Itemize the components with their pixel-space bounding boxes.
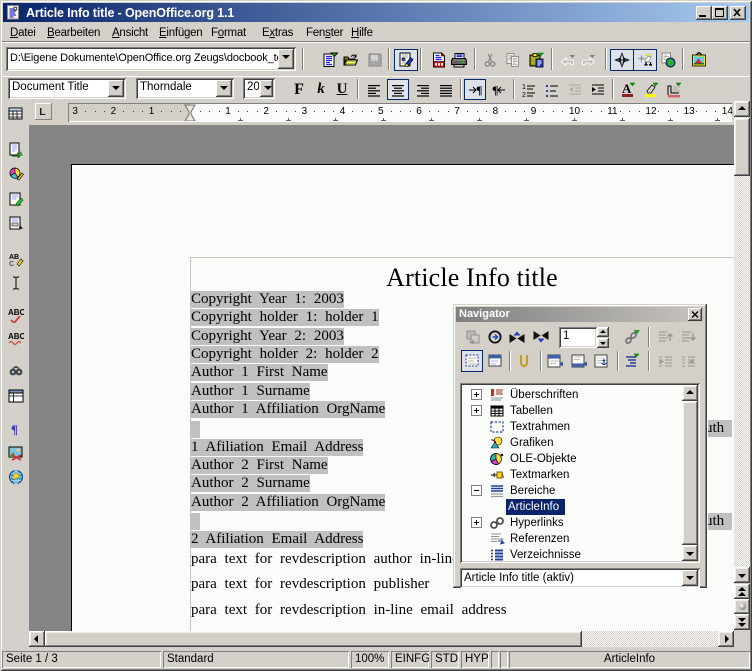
svg-text:C: C: [9, 261, 14, 267]
svg-text:¶: ¶: [11, 422, 18, 437]
svg-text:ABC: ABC: [8, 332, 24, 341]
svg-text:A: A: [622, 82, 632, 96]
svg-text:1: 1: [522, 84, 526, 91]
svg-text:2: 2: [522, 92, 526, 98]
svg-text:¶: ¶: [476, 83, 482, 97]
svg-text:AB: AB: [9, 254, 19, 261]
svg-text:ABC: ABC: [8, 308, 24, 317]
